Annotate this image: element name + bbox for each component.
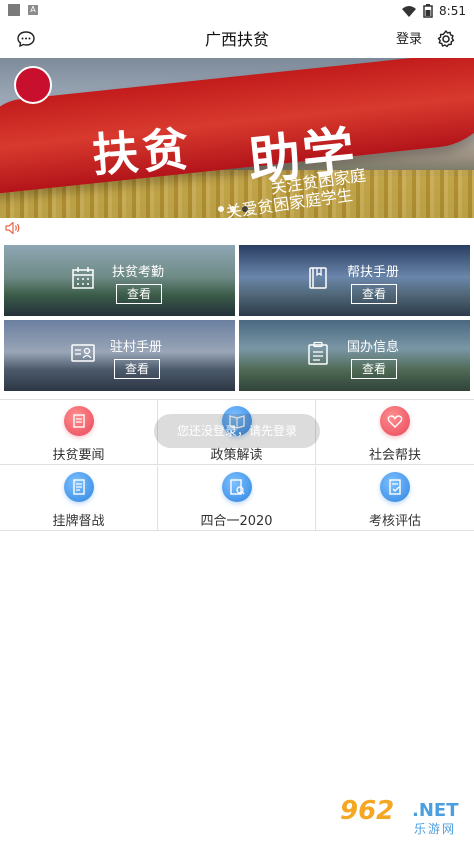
grid-item-social[interactable]: 社会帮扶 xyxy=(316,400,474,465)
news-icon xyxy=(64,406,94,436)
card-attendance[interactable]: 扶贫考勤 查看 xyxy=(4,245,235,316)
doc-search-icon xyxy=(222,472,252,502)
grid-item-label: 扶贫要闻 xyxy=(52,448,105,463)
book-icon xyxy=(309,267,327,289)
grid-item-supervision[interactable]: 挂牌督战 xyxy=(0,466,158,531)
wifi-icon xyxy=(402,6,417,17)
banner-slogan-main-1: 扶贫 xyxy=(90,121,194,183)
grid-item-label: 挂牌督战 xyxy=(52,514,105,529)
watermark-number: 962 xyxy=(340,796,395,826)
card-background xyxy=(4,320,235,391)
speaker-icon[interactable] xyxy=(4,220,22,236)
battery-icon xyxy=(423,4,433,18)
card-title: 驻村手册 xyxy=(110,340,163,355)
carousel-dot[interactable] xyxy=(218,206,224,212)
app-badge-icon: A xyxy=(28,5,38,15)
calendar-icon xyxy=(72,267,94,289)
notification-icon xyxy=(8,4,20,16)
login-toast: 您还没登录，请先登录 xyxy=(154,414,320,448)
carousel-dot[interactable] xyxy=(230,206,236,212)
document-icon xyxy=(64,472,94,502)
card-title: 扶贫考勤 xyxy=(112,265,165,280)
banner-carousel[interactable]: 扶贫 助学 关注贫困家庭 关爱贫困家庭学生 xyxy=(0,58,474,218)
card-title: 国办信息 xyxy=(347,340,400,355)
card-support-manual[interactable]: 帮扶手册 查看 xyxy=(239,245,470,316)
card-village-manual[interactable]: 驻村手册 查看 xyxy=(4,320,235,391)
clock: 8:51 xyxy=(439,4,466,18)
seal-logo xyxy=(14,66,52,104)
feature-cards: 扶贫考勤 查看 帮扶手册 查看 驻村手册 查看 国办信息 查看 xyxy=(4,245,470,393)
login-button[interactable]: 登录 xyxy=(396,22,422,58)
site-watermark-logo: 962 .NET 乐游网 xyxy=(336,796,468,836)
card-state-info[interactable]: 国办信息 查看 xyxy=(239,320,470,391)
carousel-indicator xyxy=(218,206,248,212)
grid-item-label: 考核评估 xyxy=(368,514,421,529)
card-title: 帮扶手册 xyxy=(347,265,400,280)
card-view-button[interactable]: 查看 xyxy=(114,359,160,379)
card-background xyxy=(239,320,470,391)
card-background xyxy=(239,245,470,316)
heart-hands-icon xyxy=(380,406,410,436)
grid-item-label: 四合一2020 xyxy=(200,514,273,529)
status-right: 8:51 xyxy=(401,2,466,20)
status-bar: A 8:51 xyxy=(0,0,474,22)
settings-gear-icon[interactable] xyxy=(436,29,456,49)
watermark-site: 乐游网 xyxy=(414,822,457,836)
watermark-net: .NET xyxy=(412,800,459,821)
grid-item-label: 社会帮扶 xyxy=(368,448,421,463)
card-background xyxy=(4,245,235,316)
grid-item-news[interactable]: 扶贫要闻 xyxy=(0,400,158,465)
card-view-button[interactable]: 查看 xyxy=(116,284,162,304)
id-card-icon xyxy=(71,344,95,362)
app-header: 广西扶贫 登录 xyxy=(0,22,474,58)
carousel-dot-active[interactable] xyxy=(242,206,248,212)
grid-item-four-in-one[interactable]: 四合一2020 xyxy=(158,466,316,531)
card-view-button[interactable]: 查看 xyxy=(351,359,397,379)
grid-item-assessment[interactable]: 考核评估 xyxy=(316,466,474,531)
card-view-button[interactable]: 查看 xyxy=(351,284,397,304)
report-icon xyxy=(380,472,410,502)
clipboard-icon xyxy=(308,341,328,365)
